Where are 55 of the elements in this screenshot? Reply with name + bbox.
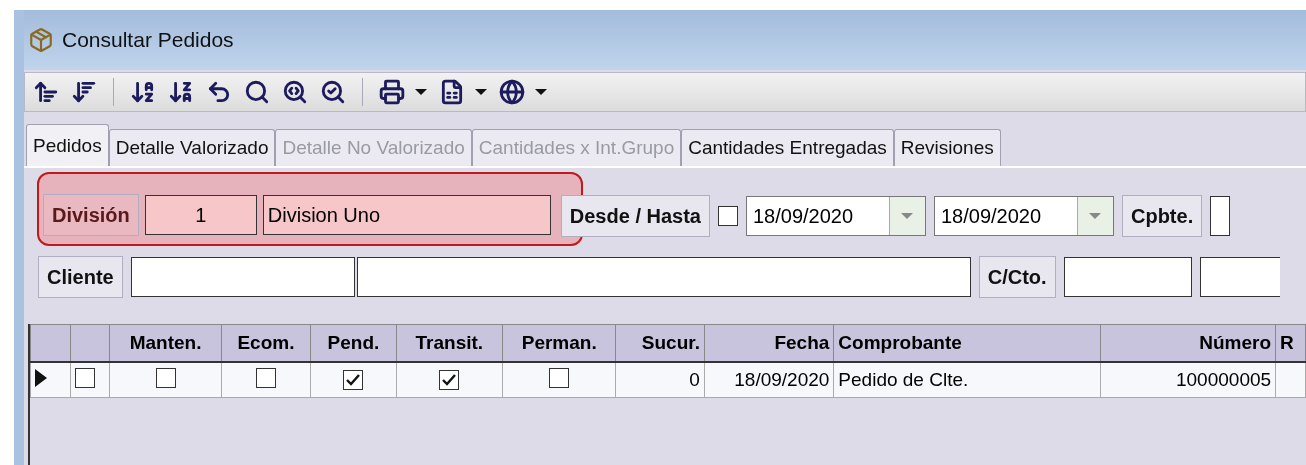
globe-icon[interactable] <box>499 79 525 105</box>
division-button[interactable]: División <box>43 194 139 236</box>
package-icon <box>28 27 54 53</box>
column-header: Manten. <box>109 324 222 362</box>
cpbte-button[interactable]: Cpbte. <box>1121 195 1203 237</box>
division-name-field[interactable]: Division Uno <box>262 195 551 235</box>
checkbox[interactable] <box>74 367 95 388</box>
table-cell: 100000005 <box>1100 362 1276 398</box>
checkbox[interactable] <box>155 367 176 388</box>
undo-icon[interactable] <box>206 79 232 105</box>
table-cell: Pedido de Clte. <box>833 362 1101 398</box>
sort-az-icon[interactable] <box>130 79 156 105</box>
column-header: Número <box>1100 324 1276 362</box>
tab[interactable]: Cantidades Entregadas <box>681 129 894 166</box>
dropdown-button[interactable] <box>1076 197 1113 235</box>
column-header: Pend. <box>310 324 397 362</box>
printer-icon[interactable] <box>379 79 405 105</box>
date-range-button[interactable]: Desde / Hasta <box>560 195 710 237</box>
checkbox[interactable] <box>255 367 276 388</box>
caret-icon[interactable] <box>415 89 427 95</box>
checkbox[interactable] <box>439 370 460 390</box>
sort-za-icon[interactable] <box>168 79 194 105</box>
input-field[interactable] <box>1199 257 1280 297</box>
column-header: Fecha <box>704 324 834 362</box>
checkbox[interactable] <box>717 206 738 226</box>
caret-icon[interactable] <box>475 89 487 95</box>
dropdown-button[interactable] <box>888 197 925 235</box>
cliente-button[interactable]: Cliente <box>38 256 123 298</box>
checkbox[interactable] <box>343 370 364 390</box>
tab[interactable]: Pedidos <box>26 124 109 166</box>
input-field[interactable] <box>356 257 971 297</box>
checkbox[interactable] <box>549 367 570 388</box>
caret-icon[interactable] <box>535 89 547 95</box>
date-to-field[interactable]: 18/09/2020 <box>933 196 1114 236</box>
sort-ascending-icon[interactable] <box>33 79 59 105</box>
sort-descending-icon[interactable] <box>71 79 97 105</box>
table-cell: 18/09/2020 <box>704 362 834 398</box>
column-header: Perman. <box>502 324 616 362</box>
date-from-field[interactable]: 18/09/2020 <box>745 196 926 236</box>
search-icon[interactable] <box>244 79 270 105</box>
column-header: R <box>1275 324 1306 362</box>
input-field[interactable] <box>1210 196 1231 236</box>
column-header: Transit. <box>396 324 503 362</box>
window-title: Consultar Pedidos <box>62 28 234 52</box>
c-cto-button[interactable]: C/Cto. <box>978 256 1056 298</box>
division-code-field[interactable]: 1 <box>144 195 257 235</box>
column-header: Comprobante <box>833 324 1101 362</box>
column-header: Sucur. <box>615 324 705 362</box>
column-header: Ecom. <box>221 324 311 362</box>
tab[interactable]: Revisiones <box>893 129 1001 166</box>
spreadsheet-icon[interactable] <box>439 79 465 105</box>
input-field[interactable] <box>1063 257 1192 297</box>
table-cell: 0 <box>615 362 705 398</box>
input-field[interactable] <box>130 257 355 297</box>
tab[interactable]: Detalle Valorizado <box>108 129 276 166</box>
